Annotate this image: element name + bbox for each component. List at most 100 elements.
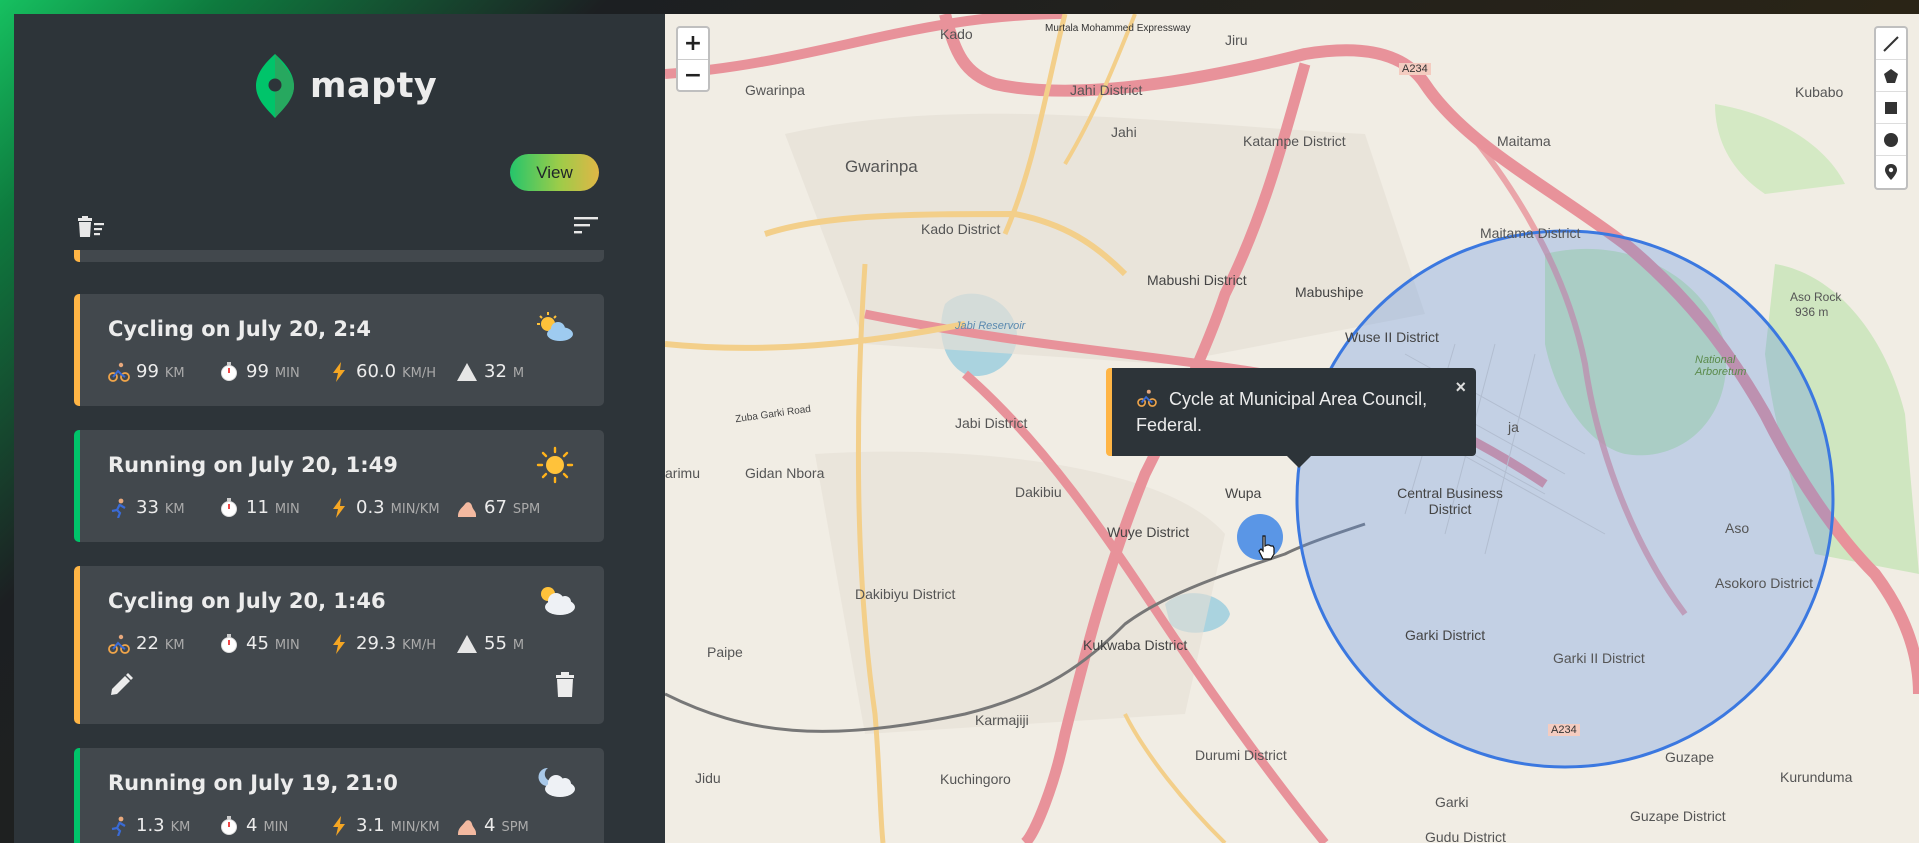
workout-stats: 22 KM 45 MIN 29.3 KM/H 55 M — [108, 633, 524, 654]
popup-text: Cycle at Municipal Area Council, Federal… — [1136, 389, 1428, 435]
map-label: A234 — [1548, 724, 1580, 736]
map-label: Guzape District — [1630, 808, 1726, 824]
map-label: Garki II District — [1553, 650, 1645, 666]
cyclist-icon — [1137, 389, 1157, 407]
map-label: Mabushipe — [1295, 284, 1364, 300]
footprint-icon — [458, 819, 476, 835]
zoom-control: + − — [676, 26, 710, 92]
map-label: 936 m — [1795, 305, 1829, 319]
map-label: Wuse II District — [1345, 329, 1439, 345]
stat-cadence: 4 SPM — [456, 815, 529, 836]
map-label: Durumi District — [1195, 747, 1287, 763]
footprint-icon — [458, 501, 476, 517]
zoom-out-button[interactable]: − — [678, 59, 708, 90]
stat-elevation: 55 M — [456, 633, 524, 654]
map-label: Maitama — [1497, 133, 1551, 149]
stat-pace: 0.3 MIN/KM — [328, 497, 456, 518]
marker-icon — [1885, 164, 1897, 180]
workout-popup[interactable]: × Cycle at Municipal Area Council, Feder… — [1106, 368, 1476, 468]
lightning-icon — [333, 815, 345, 836]
stat-duration: 99 MIN — [218, 361, 328, 382]
map-label: National Arboretum — [1695, 354, 1747, 378]
stat-speed: 29.3 KM/H — [328, 633, 456, 654]
workout-card-partial[interactable] — [74, 250, 604, 262]
map-label: Garki District — [1405, 627, 1486, 643]
stat-elevation: 32 M — [456, 361, 524, 382]
map-label: Mabushi District — [1147, 272, 1247, 288]
map-label: Jabi Reservoir — [955, 320, 1026, 332]
sort-icon[interactable] — [574, 216, 598, 234]
delete-icon[interactable] — [554, 672, 576, 698]
map-label: arimu — [665, 465, 701, 481]
map-label: Jabi District — [955, 415, 1028, 431]
draw-rectangle-button[interactable] — [1876, 92, 1906, 124]
draw-polyline-button[interactable] — [1876, 28, 1906, 60]
polyline-icon — [1883, 35, 1899, 52]
stat-distance: 99 KM — [108, 361, 218, 382]
map-label: Wupa — [1225, 485, 1262, 501]
runner-icon — [111, 816, 126, 836]
stat-cadence: 67 SPM — [456, 497, 540, 518]
map[interactable]: Kado Jiru Murtala Mohammed Expressway A2… — [665, 14, 1919, 843]
app-name: mapty — [310, 66, 438, 106]
stopwatch-icon — [221, 497, 237, 517]
workout-list: Cycling on July 20, 2:4 99 KM 99 MIN 60.… — [74, 250, 604, 843]
stat-pace: 3.1 MIN/KM — [328, 815, 456, 836]
sidebar: mapty View Cycling on July 20, 2:4 99 KM… — [14, 14, 665, 843]
map-label: Garki — [1435, 794, 1469, 810]
zoom-in-button[interactable]: + — [678, 28, 708, 59]
runner-icon — [111, 498, 126, 518]
workout-stats: 99 KM 99 MIN 60.0 KM/H 32 M — [108, 361, 524, 382]
stat-distance: 22 KM — [108, 633, 218, 654]
map-label: Jahi District — [1070, 82, 1143, 98]
edit-icon[interactable] — [108, 672, 134, 698]
map-label: Maitama District — [1480, 225, 1581, 241]
elevation-icon — [457, 634, 477, 653]
map-label: Kado District — [921, 221, 1001, 237]
map-label: Central Business District — [1397, 485, 1503, 517]
cyclist-icon — [108, 634, 130, 654]
polygon-icon — [1884, 68, 1898, 83]
map-pin-logo-icon — [256, 54, 294, 118]
workout-card[interactable]: Running on July 20, 1:49 33 KM 11 MIN 0.… — [74, 430, 604, 542]
map-label: Katampe District — [1243, 133, 1346, 149]
workout-title: Cycling on July 20, 2:4 — [108, 317, 372, 341]
elevation-icon — [457, 362, 477, 381]
map-label: Gidan Nbora — [745, 465, 825, 481]
draw-toolbar — [1874, 26, 1908, 190]
sun-behind-cloud-icon — [537, 312, 573, 341]
map-label: Jiru — [1225, 32, 1248, 48]
cyclist-icon — [108, 362, 130, 382]
workout-title: Cycling on July 20, 1:46 — [108, 589, 386, 613]
map-label: Murtala Mohammed Expressway — [1045, 23, 1191, 34]
sun-behind-large-cloud-icon — [541, 587, 575, 615]
moon-cloud-icon — [538, 767, 575, 797]
map-label: A234 — [1399, 63, 1431, 75]
map-label: Kado — [940, 26, 973, 42]
app-window: mapty View Cycling on July 20, 2:4 99 KM… — [14, 14, 1919, 843]
stat-speed: 60.0 KM/H — [328, 361, 456, 382]
stat-distance: 33 KM — [108, 497, 218, 518]
workout-card[interactable]: Cycling on July 20, 2:4 99 KM 99 MIN 60.… — [74, 294, 604, 406]
workout-card-selected[interactable]: Cycling on July 20, 1:46 22 KM 45 MIN 29… — [74, 566, 604, 724]
delete-all-icon[interactable] — [76, 215, 106, 239]
view-button[interactable]: View — [510, 154, 599, 191]
map-label: Jidu — [695, 770, 721, 786]
draw-marker-button[interactable] — [1876, 156, 1906, 188]
map-label: Gwarinpa — [745, 82, 805, 98]
circle-icon — [1884, 132, 1898, 147]
stat-duration: 4 MIN — [218, 815, 328, 836]
lightning-icon — [333, 633, 345, 654]
workout-stats: 1.3 KM 4 MIN 3.1 MIN/KM 4 SPM — [108, 815, 529, 836]
draw-polygon-button[interactable] — [1876, 60, 1906, 92]
draw-circle-button[interactable] — [1876, 124, 1906, 156]
stat-duration: 45 MIN — [218, 633, 328, 654]
map-label: Wuye District — [1107, 524, 1190, 540]
map-label: Dakibiu — [1015, 484, 1062, 500]
popup-close-button[interactable]: × — [1455, 374, 1466, 400]
map-label: Dakibiyu District — [855, 586, 956, 602]
workout-card[interactable]: Running on July 19, 21:0 1.3 KM 4 MIN 3.… — [74, 748, 604, 843]
stopwatch-icon — [221, 361, 237, 381]
stopwatch-icon — [221, 633, 237, 653]
map-label: Aso Rock — [1790, 290, 1842, 304]
